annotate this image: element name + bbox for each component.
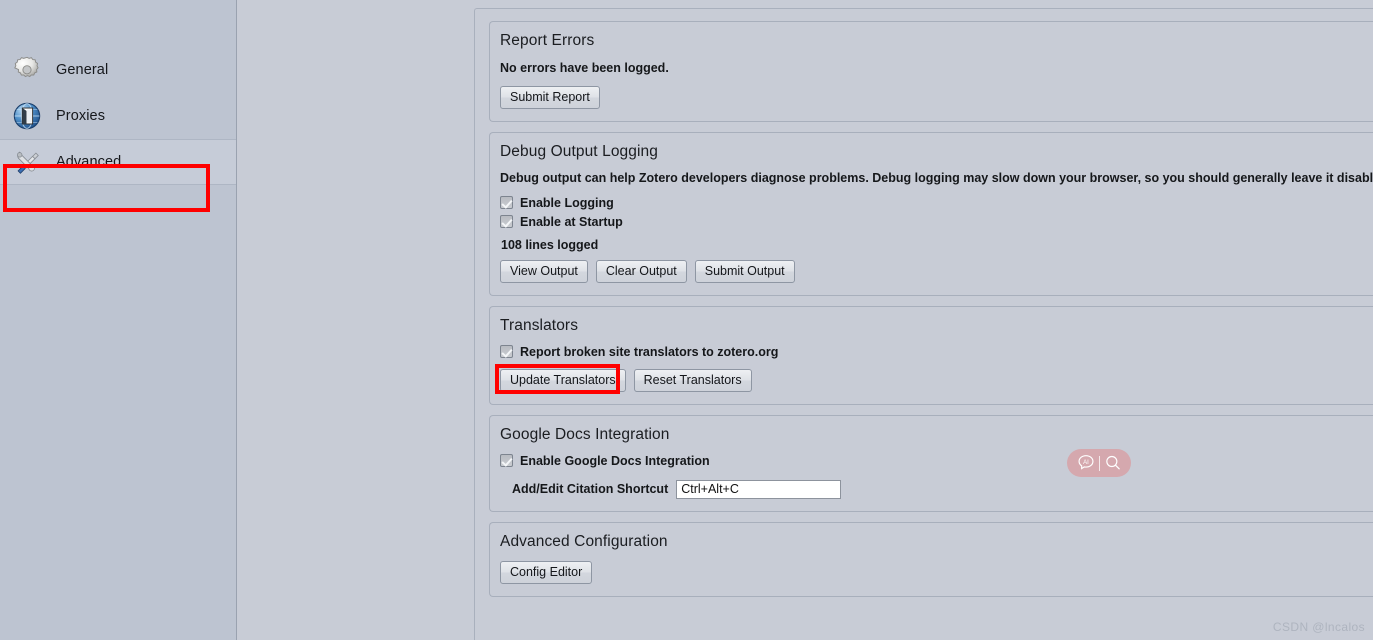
ai-chat-bubble-icon[interactable]: AI bbox=[1076, 453, 1096, 473]
advanced-configuration-group: Advanced Configuration Config Editor bbox=[489, 521, 1373, 597]
group-title: Debug Output Logging bbox=[500, 142, 658, 160]
checkbox-label: Enable at Startup bbox=[520, 214, 623, 229]
sidebar-item-general[interactable]: General bbox=[0, 47, 236, 93]
wrench-screwdriver-icon bbox=[17, 151, 39, 174]
enable-at-startup-row[interactable]: Enable at Startup bbox=[500, 215, 1373, 229]
magnifier-icon[interactable] bbox=[1103, 453, 1123, 473]
enable-at-startup-checkbox[interactable] bbox=[500, 215, 513, 229]
checkbox-label: Enable Google Docs Integration bbox=[520, 453, 710, 468]
enable-logging-row[interactable]: Enable Logging bbox=[500, 196, 1373, 210]
enable-google-docs-checkbox[interactable] bbox=[500, 454, 513, 468]
sidebar-item-label: Proxies bbox=[56, 108, 106, 124]
lines-logged-text: 108 lines logged bbox=[501, 237, 599, 252]
sidebar: General Proxies Advanced bbox=[0, 0, 237, 640]
sidebar-item-advanced[interactable]: Advanced bbox=[0, 139, 236, 185]
update-translators-button[interactable]: Update Translators bbox=[500, 368, 626, 392]
submit-report-button[interactable]: Submit Report bbox=[500, 85, 600, 109]
widget-divider bbox=[1098, 455, 1100, 471]
google-docs-integration-group: Google Docs Integration Enable Google Do… bbox=[489, 414, 1373, 512]
ai-search-overlay-widget[interactable]: AI bbox=[1067, 449, 1131, 477]
view-output-button[interactable]: View Output bbox=[500, 259, 588, 283]
reset-translators-button[interactable]: Reset Translators bbox=[633, 368, 752, 392]
debug-output-logging-group: Debug Output Logging Debug output can he… bbox=[489, 131, 1373, 296]
content-area: Report Errors No errors have been logged… bbox=[237, 0, 1373, 640]
citation-shortcut-label: Add/Edit Citation Shortcut bbox=[512, 482, 669, 497]
enable-logging-checkbox[interactable] bbox=[500, 196, 513, 210]
enable-google-docs-row[interactable]: Enable Google Docs Integration bbox=[500, 454, 1373, 468]
clear-output-button[interactable]: Clear Output bbox=[595, 259, 687, 283]
group-title: Report Errors bbox=[500, 32, 595, 49]
checkbox-label: Enable Logging bbox=[520, 195, 614, 210]
report-broken-translators-row[interactable]: Report broken site translators to zotero… bbox=[500, 345, 1373, 359]
checkbox-label: Report broken site translators to zotero… bbox=[520, 344, 779, 359]
gear-icon bbox=[14, 56, 39, 78]
preferences-pane: Report Errors No errors have been logged… bbox=[474, 8, 1373, 640]
ai-label: AI bbox=[1083, 460, 1089, 466]
citation-shortcut-input[interactable] bbox=[676, 479, 842, 499]
globe-door-icon bbox=[13, 102, 41, 130]
config-editor-button[interactable]: Config Editor bbox=[500, 560, 593, 584]
translators-group: Translators Report broken site translato… bbox=[489, 305, 1373, 405]
sidebar-item-label: Advanced bbox=[56, 154, 122, 170]
group-title: Google Docs Integration bbox=[500, 425, 670, 443]
error-status-text: No errors have been logged. bbox=[500, 61, 669, 75]
preferences-window: General Proxies Advanced Report Errors N… bbox=[0, 0, 1373, 640]
group-title: Advanced Configuration bbox=[500, 532, 668, 550]
report-broken-translators-checkbox[interactable] bbox=[500, 345, 513, 359]
report-errors-group: Report Errors No errors have been logged… bbox=[489, 21, 1373, 122]
group-title: Translators bbox=[500, 316, 579, 334]
watermark-text: CSDN @lncalos bbox=[1272, 620, 1365, 634]
sidebar-item-label: General bbox=[56, 62, 109, 78]
sidebar-item-proxies[interactable]: Proxies bbox=[0, 93, 236, 139]
debug-description: Debug output can help Zotero developers … bbox=[500, 170, 1373, 185]
submit-output-button[interactable]: Submit Output bbox=[694, 259, 795, 283]
